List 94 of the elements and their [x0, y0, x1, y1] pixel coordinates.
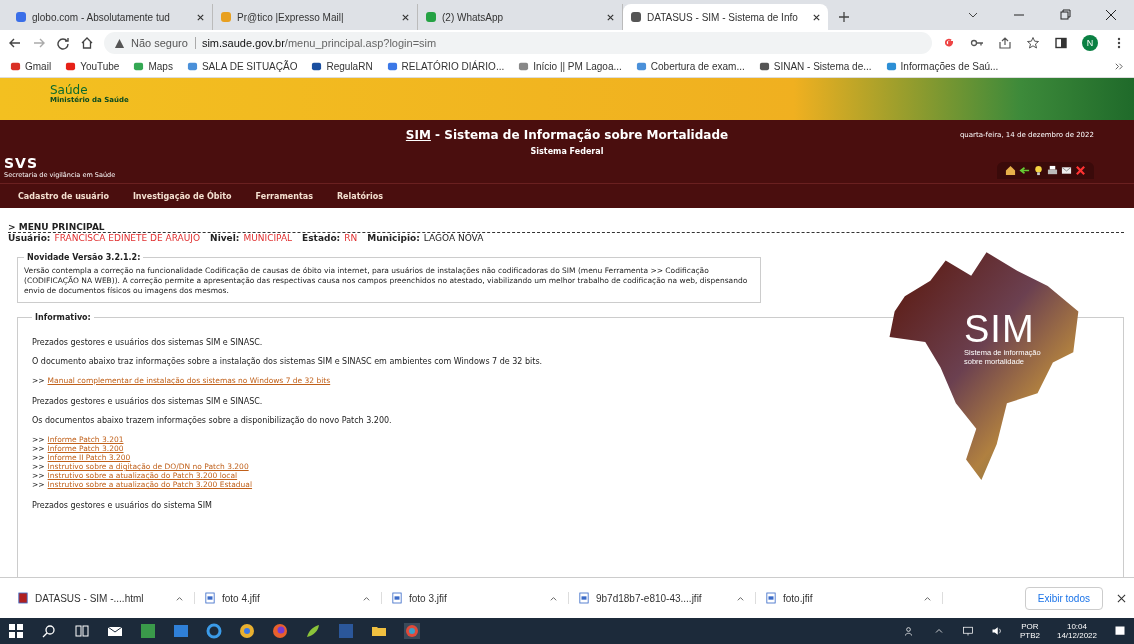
- side-panel-icon[interactable]: [1054, 36, 1068, 50]
- window-icon[interactable]: [173, 623, 189, 639]
- bookmark-icon: [386, 61, 398, 72]
- menu-item[interactable]: Cadastro de usuário: [18, 192, 109, 201]
- address-bar[interactable]: Não seguro sim.saude.gov.br/menu_principal.asp?login=sim: [104, 32, 932, 54]
- info-text: Prezados gestores e usuários dos sistemas SIM e SINASC.: [32, 397, 263, 406]
- bookmark[interactable]: YouTube: [65, 61, 120, 72]
- banner-title: Saúde: [50, 84, 88, 96]
- info-text: O documento abaixo traz informações sobre a instalação dos sistemas SIM e SINASC em ambientes com Windows 7 de 32 bits.: [32, 357, 543, 366]
- task-view-icon[interactable]: [74, 623, 90, 639]
- home-icon[interactable]: [80, 36, 94, 50]
- site-icon: [220, 11, 232, 23]
- field-label: Nivel:: [210, 233, 240, 243]
- share-icon[interactable]: [998, 36, 1012, 50]
- windows-icon[interactable]: [8, 623, 24, 639]
- panel-legend: Novidade Versão 3.2.1.2:: [24, 253, 144, 262]
- search-icon[interactable]: [41, 623, 57, 639]
- download-item[interactable]: 9b7d18b7-e810-43....jfif: [569, 592, 756, 604]
- info-text: Os documentos abaixo trazem informações sobre a disponibilização do novo Patch 3.200.: [32, 416, 392, 425]
- bookmark[interactable]: Maps: [133, 61, 173, 72]
- field-value: FRANCISCA EDINETE DE ARAUJO: [54, 233, 201, 243]
- close-icon[interactable]: [1117, 593, 1126, 603]
- bookmark[interactable]: SALA DE SITUAÇÃO: [186, 61, 298, 72]
- field-value: RN: [344, 233, 358, 243]
- warning-icon: [114, 37, 125, 49]
- download-item[interactable]: foto.jfif: [756, 592, 943, 604]
- download-item[interactable]: DATASUS - SIM -....html: [8, 592, 195, 604]
- restore-icon[interactable]: [1059, 9, 1071, 21]
- printer-icon[interactable]: [1047, 165, 1058, 176]
- reload-icon[interactable]: [56, 36, 70, 50]
- bookmark-icon: [65, 61, 77, 72]
- bookmark-icon: [758, 61, 770, 72]
- site-icon: [630, 11, 642, 23]
- field-label: Municipio:: [367, 233, 420, 243]
- download-item[interactable]: foto 4.jfif: [195, 592, 382, 604]
- file-icon: [392, 592, 402, 604]
- bookmark[interactable]: Início || PM Lagoa...: [518, 61, 622, 72]
- bookmark-icon: [10, 61, 21, 72]
- info-text: Prezados gestores e usuários do sistema SIM: [32, 501, 212, 510]
- panel-legend: Informativo:: [32, 313, 94, 322]
- leaf-icon[interactable]: [305, 623, 321, 639]
- close-icon[interactable]: [606, 12, 615, 22]
- site-icon: [15, 11, 27, 23]
- bookmark-icon: [133, 61, 145, 72]
- profile-avatar[interactable]: N: [1082, 35, 1098, 51]
- back-icon[interactable]: [8, 36, 22, 50]
- bookmark-icon: [311, 61, 323, 72]
- bookmark[interactable]: RELATÓRIO DIÁRIO...: [386, 61, 505, 72]
- menu-item[interactable]: Relatórios: [336, 192, 383, 201]
- bookmark[interactable]: SINAN - Sistema de...: [758, 61, 872, 72]
- close-icon[interactable]: [812, 12, 821, 22]
- bookmark-icon: [635, 61, 647, 72]
- info-text: Prezados gestores e usuários dos sistemas SIM e SINASC.: [32, 338, 263, 347]
- mail-icon[interactable]: [1061, 165, 1072, 176]
- system-title: SIM - Sistema de Informação sobre Mortalidade: [405, 128, 729, 142]
- svs-logo: SVS: [4, 156, 39, 171]
- close-icon[interactable]: [401, 12, 410, 22]
- bookmark-icon: [885, 61, 897, 72]
- new-tab-icon[interactable]: [838, 11, 850, 23]
- language-indicator[interactable]: POR PTB2: [1019, 622, 1040, 640]
- bookmark[interactable]: Cobertura de exam...: [635, 61, 745, 72]
- system-subtitle: Sistema Federal: [529, 147, 605, 156]
- breadcrumb: > MENU PRINCIPAL: [8, 222, 1124, 233]
- speaker-icon[interactable]: [990, 625, 1003, 637]
- field-label: Estado:: [302, 233, 341, 243]
- bookmark[interactable]: Informações de Saú...: [885, 61, 999, 72]
- file-icon: [579, 592, 589, 604]
- field-value: LAGOA NOVA: [423, 233, 484, 243]
- bookmark[interactable]: Gmail: [10, 61, 52, 72]
- field-value: MUNICIPAL: [243, 233, 293, 243]
- menu-item[interactable]: Ferramentas: [255, 192, 313, 201]
- arrow-left-icon[interactable]: [1019, 165, 1030, 176]
- file-icon: [205, 592, 215, 604]
- app-icon[interactable]: [404, 623, 420, 639]
- show-all-button[interactable]: Exibir todos: [1024, 586, 1103, 610]
- star-icon[interactable]: [1026, 36, 1040, 50]
- close-icon[interactable]: [1105, 9, 1117, 21]
- clock[interactable]: 10:04 14/12/2022: [1056, 622, 1097, 640]
- logo-title: SIM: [964, 310, 1036, 348]
- bookmark[interactable]: RegulaRN: [311, 61, 373, 72]
- download-item[interactable]: foto 3.jfif: [382, 592, 569, 604]
- site-icon: [425, 11, 437, 23]
- network-icon[interactable]: [961, 625, 974, 637]
- close-icon[interactable]: [196, 12, 205, 22]
- home-icon[interactable]: [1005, 165, 1016, 176]
- chevron-right-icon[interactable]: [1113, 61, 1124, 72]
- browser-tab[interactable]: DATASUS - SIM - Sistema de Info: [623, 4, 828, 30]
- field-label: Usuário:: [8, 233, 51, 243]
- bookmark-icon: [186, 61, 198, 72]
- file-icon: [18, 592, 28, 604]
- file-icon: [766, 592, 776, 604]
- lightbulb-icon[interactable]: [1033, 165, 1044, 176]
- menu-item[interactable]: Investigação de Óbito: [132, 192, 232, 201]
- bookmark-icon: [518, 61, 530, 72]
